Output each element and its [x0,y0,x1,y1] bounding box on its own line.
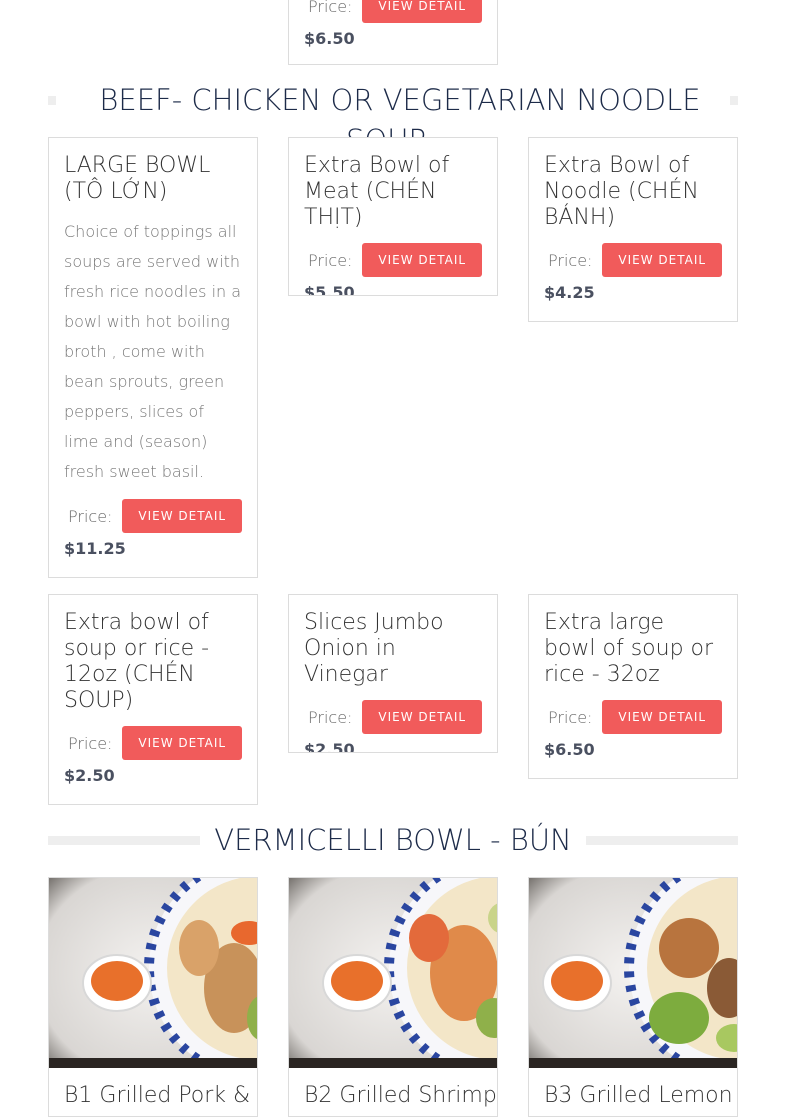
food-photo [529,878,737,1068]
price-row: Price: VIEW DETAIL [304,700,482,734]
section-heading: BEEF- CHICKEN OR VEGETARIAN NOODLE SOUP [48,80,738,157]
vermicelli-card[interactable]: B2 Grilled Shrimp [288,877,498,1117]
item-title: Extra Bowl of Meat (CHÉN THỊT) [304,153,450,230]
view-detail-button[interactable]: VIEW DETAIL [602,243,722,277]
item-title: B1 Grilled Pork & [64,1083,251,1108]
menu-card: Extra Bowl of Noodle (CHÉN BÁNH) Price: … [528,137,738,322]
menu-card-top: Price: VIEW DETAIL $6.50 [288,0,498,65]
food-photo [49,878,257,1068]
view-detail-button[interactable]: VIEW DETAIL [362,0,482,23]
menu-card: LARGE BOWL (TÔ LỚN) Choice of toppings a… [48,137,258,578]
menu-card: Extra Bowl of Meat (CHÉN THỊT) Price: VI… [288,137,498,296]
view-detail-button[interactable]: VIEW DETAIL [362,700,482,734]
price-value: $2.50 [304,740,355,753]
vermicelli-card[interactable]: B3 Grilled Lemon [528,877,738,1117]
price-value: $4.25 [544,283,595,302]
price-label: Price: [548,250,593,270]
menu-card: Extra large bowl of soup or rice - 32oz … [528,594,738,779]
price-label: Price: [68,733,113,753]
view-detail-button[interactable]: VIEW DETAIL [122,499,242,533]
item-title: Extra bowl of soup or rice - 12oz (CHÉN … [64,610,210,713]
price-value: $11.25 [64,539,126,558]
food-photo [289,878,497,1068]
price-value: $6.50 [544,740,595,759]
item-description: Choice of toppings all soups are served … [64,222,242,481]
price-label: Price: [68,506,113,526]
price-row: Price: VIEW DETAIL [544,700,722,734]
menu-card: Slices Jumbo Onion in Vinegar Price: VIE… [288,594,498,753]
section-title: VERMICELLI BOWL - BÚN [200,823,586,857]
menu-card: Extra bowl of soup or rice - 12oz (CHÉN … [48,594,258,805]
view-detail-button[interactable]: VIEW DETAIL [122,726,242,760]
vermicelli-card[interactable]: B1 Grilled Pork & [48,877,258,1117]
item-title: Slices Jumbo Onion in Vinegar [304,610,444,687]
item-title: B3 Grilled Lemon [544,1083,733,1108]
price-label: Price: [548,707,593,727]
price-label: Price: [308,0,353,16]
item-title: Extra Bowl of Noodle (CHÉN BÁNH) [544,153,699,230]
price-row: Price: VIEW DETAIL [64,726,242,760]
price-row: Price: VIEW DETAIL [304,0,482,23]
price-row: Price: VIEW DETAIL [64,499,242,533]
price-value: $6.50 [304,29,355,48]
price-label: Price: [308,707,353,727]
item-title: LARGE BOWL (TÔ LỚN) [64,153,211,204]
view-detail-button[interactable]: VIEW DETAIL [602,700,722,734]
item-title: Extra large bowl of soup or rice - 32oz [544,610,714,687]
section-heading: VERMICELLI BOWL - BÚN [48,818,738,862]
price-row: Price: VIEW DETAIL [304,243,482,277]
item-title: B2 Grilled Shrimp [304,1083,497,1108]
price-value: $2.50 [64,766,115,785]
price-value: $5.50 [304,283,355,296]
price-row: Price: VIEW DETAIL [544,243,722,277]
view-detail-button[interactable]: VIEW DETAIL [362,243,482,277]
price-label: Price: [308,250,353,270]
